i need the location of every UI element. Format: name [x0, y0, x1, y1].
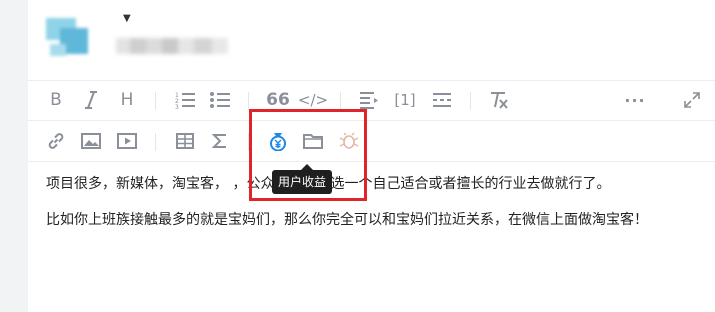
- toolbar-divider: [470, 92, 471, 110]
- video-button[interactable]: [113, 127, 141, 155]
- ordered-list-icon: 123: [175, 92, 195, 109]
- toolbar-row-1: B H 123 66 </> [1] ···: [28, 80, 715, 121]
- clear-format-icon: [491, 92, 508, 109]
- svg-text:3: 3: [175, 104, 179, 109]
- formula-button[interactable]: [206, 127, 234, 155]
- heading-button[interactable]: H: [113, 86, 141, 114]
- image-button[interactable]: [77, 127, 105, 155]
- left-strip: [0, 0, 28, 312]
- toolbar-divider: [155, 92, 156, 110]
- table-icon: [176, 133, 194, 149]
- folder-button[interactable]: [299, 127, 327, 155]
- caret-down-icon[interactable]: ▼: [123, 13, 131, 24]
- bug-icon: [339, 132, 359, 149]
- editor-content[interactable]: 项目很多，新媒体，淘宝客， ，公众号等等。选一个自己适合或者擅长的行业去做就行了…: [46, 172, 696, 232]
- bold-icon: B: [50, 90, 62, 110]
- link-icon: [48, 133, 64, 149]
- indent-icon: [360, 92, 378, 109]
- italic-icon: [85, 91, 97, 109]
- paragraph: 项目很多，新媒体，淘宝客， ，公众号等等。选一个自己适合或者擅长的行业去做就行了…: [46, 176, 611, 192]
- more-button[interactable]: ···: [621, 86, 649, 114]
- divider-button[interactable]: [428, 86, 456, 114]
- link-button[interactable]: [42, 127, 70, 155]
- folder-icon: [303, 134, 323, 149]
- paragraph: 比如你上班族接触最多的就是宝妈们，那么你完全可以和宝妈们拉近关系，在微信上面做淘…: [46, 212, 648, 228]
- plugin-button[interactable]: [335, 127, 363, 155]
- more-icon: ···: [624, 90, 646, 110]
- horizontal-rule-icon: [433, 93, 451, 107]
- quote-icon: 66: [266, 90, 290, 110]
- ordered-list-button[interactable]: 123: [171, 86, 199, 114]
- bold-button[interactable]: B: [42, 86, 70, 114]
- heading-icon: H: [120, 90, 134, 110]
- money-bag-icon: [270, 133, 286, 151]
- bullet-list-icon: [210, 92, 230, 108]
- toolbar-divider: [340, 92, 341, 110]
- code-button[interactable]: </>: [297, 86, 329, 114]
- toolbar-divider: [248, 92, 249, 110]
- tooltip: 用户收益: [272, 170, 333, 194]
- editor-window: ▼ B H 123 66 </> [1] ··· 项目很多，新媒体，淘宝客， ，…: [28, 0, 715, 312]
- video-icon: [117, 133, 137, 149]
- table-button[interactable]: [171, 127, 199, 155]
- fullscreen-button[interactable]: [678, 86, 706, 114]
- footnote-button[interactable]: [1]: [391, 86, 419, 114]
- expand-icon: [684, 92, 700, 108]
- quote-button[interactable]: 66: [264, 86, 292, 114]
- code-icon: </>: [297, 91, 329, 109]
- user-revenue-button[interactable]: [264, 127, 292, 155]
- image-icon: [81, 133, 101, 149]
- toolbar-divider: [155, 133, 156, 151]
- toolbar-row-2: [28, 121, 715, 162]
- clear-format-button[interactable]: [485, 86, 513, 114]
- indent-button[interactable]: [355, 86, 383, 114]
- avatar[interactable]: [46, 18, 90, 58]
- bullet-list-button[interactable]: [206, 86, 234, 114]
- italic-button[interactable]: [77, 86, 105, 114]
- blurred-account-name: [116, 38, 228, 54]
- toolbar-divider: [248, 133, 249, 151]
- editor-header: ▼: [28, 0, 715, 81]
- footnote-icon: [1]: [394, 91, 416, 109]
- sigma-icon: [212, 134, 226, 148]
